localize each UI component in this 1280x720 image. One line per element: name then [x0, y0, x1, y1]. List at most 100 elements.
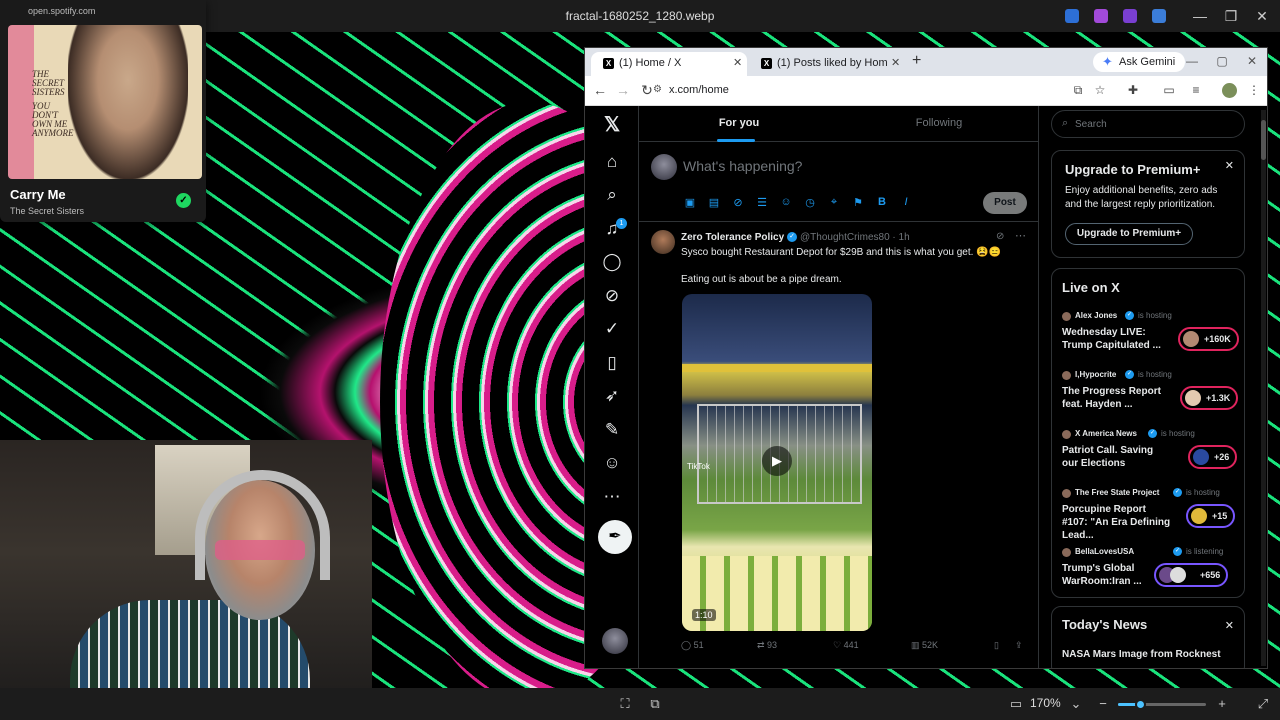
grok-explain-icon[interactable]: ⊘	[996, 231, 1004, 242]
profile-icon[interactable]: ☺	[600, 451, 624, 475]
bold-icon[interactable]: B	[875, 196, 889, 208]
views-button[interactable]: ▥ 52K	[911, 640, 938, 651]
listener-count-pill[interactable]: +1.3K	[1180, 386, 1239, 410]
minimize-button[interactable]: —	[1185, 6, 1215, 26]
site-info-icon[interactable]: ⚙	[653, 84, 662, 95]
scrollbar-thumb[interactable]	[1261, 120, 1266, 160]
live-space-item[interactable]: X America News ✓ is hosting Patriot Call…	[1062, 427, 1238, 479]
poll-icon[interactable]: ☰	[755, 196, 769, 209]
tab-close-icon[interactable]: ✕	[733, 56, 742, 69]
italic-icon[interactable]: I	[899, 196, 913, 208]
play-icon[interactable]: ▶	[762, 446, 792, 476]
listener-count-pill[interactable]: +26	[1188, 445, 1238, 469]
rocket-icon[interactable]: ➶	[600, 384, 624, 408]
tweet-video[interactable]: TikTok ▶ 1:10	[682, 294, 872, 631]
live-space-item[interactable]: BellaLovesUSA ✓ is listening Trump's Glo…	[1062, 545, 1238, 597]
grok-icon[interactable]: ⊘	[600, 284, 624, 308]
repost-button[interactable]: ⇄ 93	[757, 640, 777, 651]
chevron-down-icon[interactable]: ⌄	[1068, 696, 1084, 712]
browser-close-button[interactable]: ✕	[1242, 54, 1262, 68]
menu-kebab-icon[interactable]: ⋮	[1246, 83, 1262, 97]
tab-following[interactable]: Following	[839, 117, 1039, 129]
cast-icon[interactable]: ▭	[1161, 83, 1177, 97]
bookmarks-icon[interactable]: ▯	[600, 351, 624, 375]
app-tray-icon[interactable]	[1094, 9, 1108, 23]
media-icon[interactable]: ▣	[683, 196, 697, 209]
app-tray-icon[interactable]	[1123, 9, 1137, 23]
zoom-slider-knob[interactable]	[1135, 699, 1146, 710]
composer-input[interactable]: What's happening?	[683, 158, 802, 174]
browser-maximize-button[interactable]: ▢	[1212, 54, 1232, 68]
cloud-icon[interactable]	[1152, 9, 1166, 23]
scrollbar[interactable]	[1261, 110, 1266, 666]
tweet[interactable]: Zero Tolerance Policy ✓ @ThoughtCrimes80…	[639, 222, 1039, 668]
bookmark-star-icon[interactable]: ☆	[1092, 83, 1108, 97]
extensions-icon[interactable]: ✚	[1125, 83, 1141, 97]
search-input[interactable]: Search	[1075, 119, 1107, 130]
back-arrow-icon[interactable]: ←	[591, 82, 609, 98]
tab-home-x[interactable]: X (1) Home / X ✕	[591, 52, 747, 76]
crop-icon[interactable]: ⛶	[617, 696, 633, 712]
fullscreen-icon[interactable]: ⤢	[1255, 696, 1271, 712]
more-icon[interactable]: ⋯	[600, 485, 624, 509]
flag-icon[interactable]: ⚑	[851, 196, 865, 209]
fit-screen-icon[interactable]: ▭	[1008, 696, 1024, 712]
schedule-icon[interactable]: ◷	[803, 196, 817, 209]
messages-icon[interactable]: ◯	[600, 250, 624, 274]
reading-list-icon[interactable]: ≡	[1188, 83, 1204, 97]
app-tray-icon[interactable]	[1065, 9, 1079, 23]
zoom-out-icon[interactable]: −	[1095, 696, 1111, 712]
zoom-level[interactable]: 170%	[1030, 696, 1061, 710]
liked-check-icon[interactable]: ✓	[176, 193, 191, 208]
close-icon[interactable]: ✕	[1225, 159, 1234, 172]
maximize-button[interactable]: ❐	[1216, 6, 1246, 26]
post-button[interactable]: Post	[983, 192, 1027, 214]
zoom-in-icon[interactable]: +	[1214, 696, 1230, 712]
tweet-author-avatar[interactable]	[651, 230, 675, 254]
tweet-more-icon[interactable]: ⋯	[1015, 229, 1026, 242]
x-logo-icon[interactable]: 𝕏	[600, 113, 624, 137]
search-box[interactable]: ⌕ Search	[1051, 110, 1245, 138]
composer-avatar[interactable]	[651, 154, 677, 180]
tab-close-icon[interactable]: ✕	[891, 56, 900, 69]
new-tab-button[interactable]: +	[912, 52, 921, 70]
album-art[interactable]: THE SECRET SISTERS YOU DON'T OWN ME ANYM…	[8, 25, 202, 179]
upgrade-premium-button[interactable]: Upgrade to Premium+	[1065, 223, 1193, 245]
live-space-item[interactable]: I,Hypocrite ✓ is hosting The Progress Re…	[1062, 368, 1239, 420]
ask-gemini-button[interactable]: ✦ Ask Gemini	[1093, 52, 1186, 72]
close-button[interactable]: ✕	[1247, 6, 1277, 26]
listener-count-pill[interactable]: +15	[1186, 504, 1236, 528]
tweet-author-name[interactable]: Zero Tolerance Policy	[681, 232, 784, 243]
compose-post-button[interactable]: ✒	[598, 520, 632, 554]
grok-compose-icon[interactable]: ⊘	[731, 196, 745, 209]
url-field[interactable]: x.com/home	[669, 84, 729, 96]
live-space-item[interactable]: The Free State Project ✓ is hosting Porc…	[1062, 486, 1238, 541]
install-app-icon[interactable]: ⧉	[1070, 83, 1086, 98]
listener-count-pill[interactable]: +656	[1154, 563, 1229, 587]
text-select-icon[interactable]: ⧉	[647, 696, 663, 712]
reply-button[interactable]: ◯ 51	[681, 640, 704, 651]
tweet-handle-time[interactable]: @ThoughtCrimes80 · 1h	[800, 232, 910, 243]
emoji-icon[interactable]: ☺	[779, 196, 793, 208]
explore-search-icon[interactable]: ⌕	[600, 183, 624, 207]
location-icon[interactable]: ⌖	[827, 196, 841, 209]
zoom-slider[interactable]	[1118, 699, 1206, 710]
share-icon[interactable]: ⇪	[1015, 640, 1023, 651]
browser-minimize-button[interactable]: —	[1182, 54, 1202, 68]
bookmark-icon[interactable]: ▯	[994, 640, 999, 651]
live-space-item[interactable]: Alex Jones ✓ is hosting Wednesday LIVE: …	[1062, 309, 1239, 361]
account-avatar[interactable]	[602, 628, 628, 654]
verified-orgs-icon[interactable]: ✓	[600, 317, 624, 341]
tab-posts-liked[interactable]: X (1) Posts liked by Home Jams (@ ✕	[749, 52, 905, 76]
edit-icon[interactable]: ✎	[600, 418, 624, 442]
news-item[interactable]: NASA Mars Image from Rocknest	[1062, 649, 1221, 660]
tab-for-you[interactable]: For you	[639, 117, 839, 129]
profile-avatar[interactable]	[1222, 83, 1237, 98]
like-button[interactable]: ♡ 441	[833, 640, 859, 651]
forward-arrow-icon[interactable]: →	[614, 82, 632, 98]
home-icon[interactable]: ⌂	[600, 150, 624, 174]
artist-name[interactable]: The Secret Sisters	[10, 206, 84, 216]
song-title[interactable]: Carry Me	[10, 187, 66, 202]
close-icon[interactable]: ✕	[1225, 619, 1234, 632]
listener-count-pill[interactable]: +160K	[1178, 327, 1239, 351]
